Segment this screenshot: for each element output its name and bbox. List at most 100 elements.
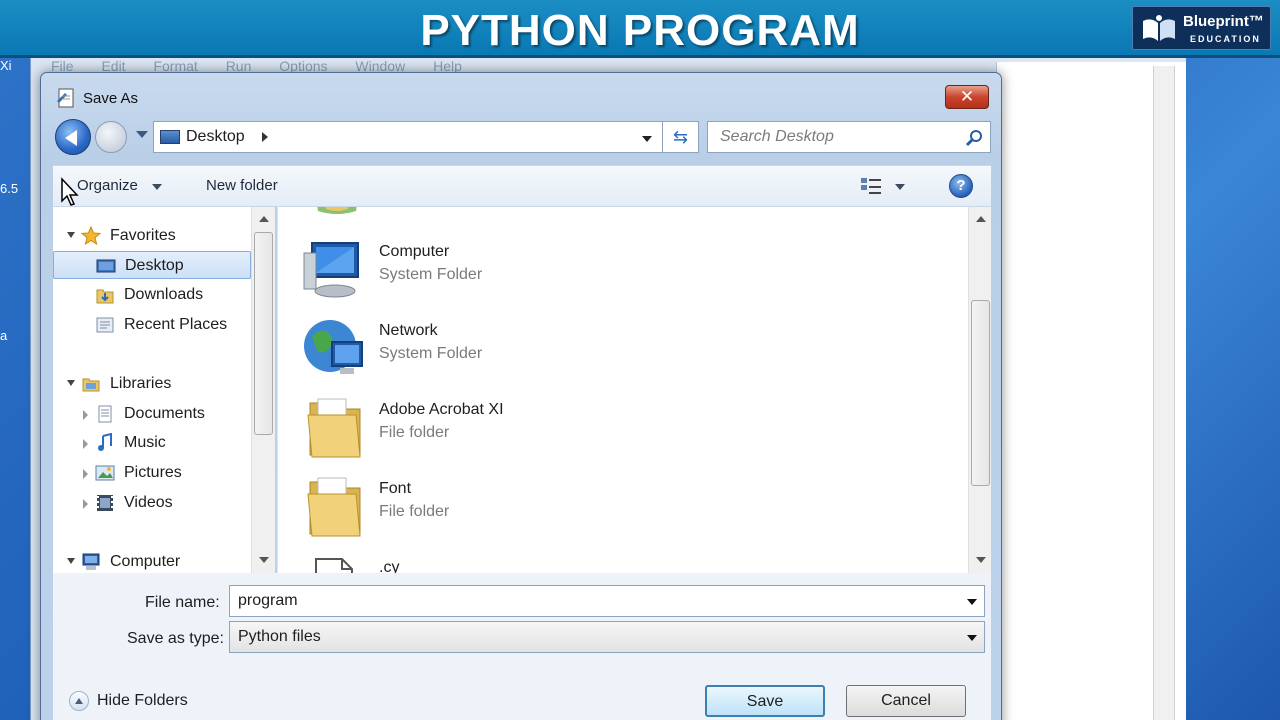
file-type: File folder bbox=[379, 503, 450, 520]
close-icon: ✕ bbox=[959, 87, 975, 106]
file-type: File folder bbox=[379, 424, 450, 441]
nav-item-label: Documents bbox=[124, 405, 205, 422]
close-button[interactable]: ✕ bbox=[945, 85, 989, 109]
partial-folder-icon bbox=[317, 207, 357, 214]
organize-button[interactable]: Organize bbox=[77, 177, 138, 194]
collapsed-triangle-icon[interactable] bbox=[83, 410, 88, 420]
nav-item-label: Music bbox=[124, 434, 166, 451]
navigation-scroll-thumb[interactable] bbox=[254, 232, 273, 435]
file-item[interactable]: .cy bbox=[302, 553, 702, 573]
file-name: Font bbox=[379, 480, 412, 497]
nav-item-label: Videos bbox=[124, 494, 173, 511]
collapsed-triangle-icon[interactable] bbox=[83, 469, 88, 479]
scroll-down-icon[interactable] bbox=[259, 557, 269, 563]
desktop-label-fragment: Xi bbox=[0, 58, 12, 73]
nav-item[interactable]: Videos bbox=[53, 489, 251, 517]
computer-icon bbox=[82, 553, 100, 570]
desktop-label-fragment: 6.5 bbox=[0, 181, 19, 196]
nav-item[interactable]: Libraries bbox=[53, 370, 251, 398]
organize-dropdown-icon[interactable] bbox=[152, 184, 162, 190]
file-item[interactable]: Adobe Acrobat XI File folder bbox=[302, 395, 702, 471]
file-name-dropdown-icon[interactable] bbox=[967, 599, 977, 605]
save-button[interactable]: Save bbox=[705, 685, 825, 717]
pictures-icon bbox=[95, 465, 115, 481]
hide-folders-label[interactable]: Hide Folders bbox=[97, 692, 188, 710]
desktop-label-fragment: a bbox=[0, 328, 8, 343]
collapsed-triangle-icon[interactable] bbox=[83, 439, 88, 449]
collapsed-triangle-icon[interactable] bbox=[83, 499, 88, 509]
search-icon[interactable] bbox=[964, 128, 984, 148]
save-type-select[interactable]: Python files bbox=[229, 621, 985, 653]
nav-item[interactable]: Computer bbox=[53, 548, 251, 573]
file-list-scroll-thumb[interactable] bbox=[971, 300, 990, 486]
navigation-pane: Favorites Desktop Downloads Recent Places Li… bbox=[53, 207, 275, 573]
address-dropdown-icon[interactable] bbox=[642, 136, 652, 142]
file-name: Network bbox=[379, 322, 438, 339]
scroll-down-icon[interactable] bbox=[976, 557, 986, 563]
breadcrumb-chevron-icon[interactable] bbox=[262, 132, 268, 142]
cancel-button[interactable]: Cancel bbox=[846, 685, 966, 717]
computer-icon bbox=[303, 242, 359, 298]
save-type-value[interactable]: Python files bbox=[238, 628, 321, 646]
recent-locations-dropdown[interactable] bbox=[136, 131, 148, 138]
logo-name: Blueprint™ bbox=[1183, 13, 1264, 30]
navigation-scrollbar[interactable] bbox=[251, 207, 275, 573]
nav-item[interactable]: Documents bbox=[53, 400, 251, 428]
address-location[interactable]: Desktop bbox=[186, 128, 245, 146]
file-name-field[interactable]: program bbox=[229, 585, 985, 617]
libraries-icon bbox=[82, 378, 100, 392]
file-item[interactable]: Computer System Folder bbox=[302, 237, 702, 313]
views-icon[interactable] bbox=[859, 175, 883, 197]
new-folder-button[interactable]: New folder bbox=[206, 177, 278, 194]
nav-item[interactable]: Desktop bbox=[53, 251, 251, 279]
file-name-value[interactable]: program bbox=[238, 592, 298, 610]
blueprint-logo: Blueprint™ EDUCATION bbox=[1132, 6, 1271, 50]
back-button[interactable] bbox=[55, 119, 91, 155]
nav-item-label: Recent Places bbox=[124, 316, 228, 333]
scroll-up-icon[interactable] bbox=[976, 216, 986, 222]
videos-icon bbox=[97, 495, 113, 511]
file-name: Computer bbox=[379, 243, 450, 260]
refresh-button[interactable]: ⇆ bbox=[663, 121, 699, 153]
desktop-icon bbox=[96, 259, 116, 273]
nav-item[interactable]: Recent Places bbox=[53, 311, 251, 339]
nav-item[interactable]: Downloads bbox=[53, 281, 251, 309]
file-icon bbox=[315, 558, 353, 573]
file-name: Adobe Acrobat XI bbox=[379, 401, 504, 418]
file-item[interactable]: Font File folder bbox=[302, 474, 702, 550]
nav-item[interactable]: Music bbox=[53, 429, 251, 457]
file-list-scrollbar[interactable] bbox=[968, 207, 991, 573]
nav-item[interactable]: Favorites bbox=[53, 222, 251, 250]
expanded-triangle-icon[interactable] bbox=[67, 558, 75, 564]
nav-item-label: Downloads bbox=[124, 286, 204, 303]
forward-button[interactable] bbox=[95, 121, 127, 153]
file-type: System Folder bbox=[379, 345, 483, 362]
mouse-cursor-icon bbox=[61, 177, 79, 206]
search-input[interactable]: Search Desktop bbox=[720, 128, 834, 146]
music-icon bbox=[98, 433, 112, 451]
refresh-icon: ⇆ bbox=[672, 127, 689, 147]
desktop-icon bbox=[160, 130, 180, 144]
book-logo-icon bbox=[1143, 15, 1175, 41]
help-button[interactable]: ? bbox=[949, 174, 973, 198]
nav-item-label: Favorites bbox=[110, 227, 176, 244]
nav-item[interactable]: Pictures bbox=[53, 459, 251, 487]
collapse-up-icon[interactable] bbox=[69, 691, 89, 711]
save-type-dropdown-icon[interactable] bbox=[967, 635, 977, 641]
file-name-label: File name: bbox=[145, 594, 220, 611]
views-dropdown-icon[interactable] bbox=[895, 184, 905, 190]
file-name: .cy bbox=[379, 559, 400, 573]
command-toolbar: Organize New folder ? bbox=[53, 165, 991, 207]
downloads-icon bbox=[96, 289, 114, 304]
file-item[interactable]: Network System Folder bbox=[302, 316, 702, 392]
scroll-up-icon[interactable] bbox=[259, 216, 269, 222]
expanded-triangle-icon[interactable] bbox=[67, 380, 75, 386]
search-box[interactable]: Search Desktop bbox=[707, 121, 991, 153]
star-icon bbox=[81, 226, 101, 246]
address-bar[interactable]: Desktop bbox=[153, 121, 663, 153]
background-scrollbar[interactable] bbox=[1153, 66, 1175, 720]
help-icon: ? bbox=[956, 177, 966, 194]
nav-item-label: Desktop bbox=[125, 257, 184, 274]
expanded-triangle-icon[interactable] bbox=[67, 232, 75, 238]
file-type: System Folder bbox=[379, 266, 483, 283]
